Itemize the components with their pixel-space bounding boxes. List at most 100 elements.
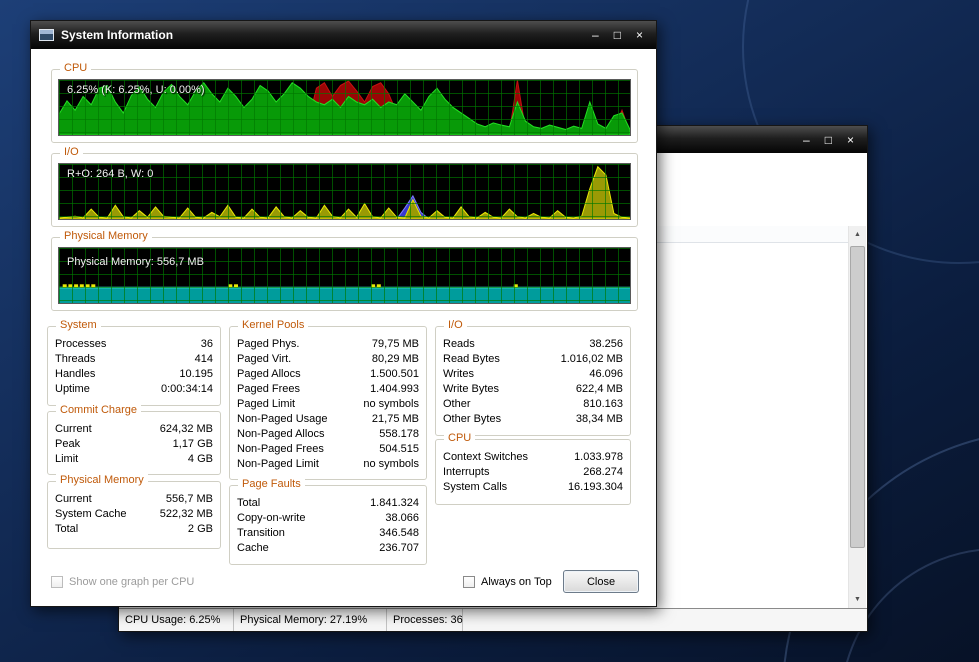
minimize-button[interactable]: – xyxy=(592,29,599,41)
stat-value: 622,4 MB xyxy=(575,383,623,395)
system-stats-group: System Processes 36 Threads 414 Handles 10.19… xyxy=(47,319,221,406)
stat-label: Limit xyxy=(55,453,79,465)
stat-value: 38.066 xyxy=(385,512,419,524)
stat-row: Non-Paged Allocs 558.178 xyxy=(230,427,426,442)
close-button[interactable]: × xyxy=(847,134,854,146)
scroll-up-button[interactable]: ▲ xyxy=(849,226,866,243)
stat-value: no symbols xyxy=(363,398,419,410)
stat-row: Paged Limit no symbols xyxy=(230,397,426,412)
kernel-pools-group: Kernel Pools Paged Phys. 79,75 MB Paged Vi… xyxy=(229,319,427,480)
stat-value: 504.515 xyxy=(379,443,419,455)
stat-row: Cache 236.707 xyxy=(230,541,426,556)
always-on-top-checkbox[interactable]: Always on Top xyxy=(463,576,552,588)
group-label: Physical Memory xyxy=(60,230,152,242)
stat-value: 0:00:34:14 xyxy=(161,383,213,395)
stat-value: 1.033.978 xyxy=(574,451,623,463)
stat-label: Writes xyxy=(443,368,474,380)
stat-label: Non-Paged Limit xyxy=(237,458,319,470)
status-bar: CPU Usage: 6.25% Physical Memory: 27.19%… xyxy=(119,608,867,631)
scrollbar-thumb[interactable] xyxy=(850,246,865,548)
stat-value: 268.274 xyxy=(583,466,623,478)
stat-label: Current xyxy=(55,423,92,435)
stat-value: 1.404.993 xyxy=(370,383,419,395)
stat-value: no symbols xyxy=(363,458,419,470)
minimize-button[interactable]: – xyxy=(803,134,810,146)
stats-body: Processes 36 Threads 414 Handles 10.195 Uptime… xyxy=(48,334,220,403)
stat-label: Other Bytes xyxy=(443,413,502,425)
stat-row: Paged Phys. 79,75 MB xyxy=(230,337,426,352)
stat-value: 414 xyxy=(194,353,213,365)
stat-label: Context Switches xyxy=(443,451,528,463)
stat-row: Other Bytes 38,34 MB xyxy=(436,412,630,427)
stat-row: Copy-on-write 38.066 xyxy=(230,511,426,526)
group-label: Kernel Pools xyxy=(238,319,309,331)
io-stats-group: I/O Reads 38.256 Read Bytes 1.016,02 MB Writ… xyxy=(435,319,631,436)
stat-value: 21,75 MB xyxy=(371,413,419,425)
stats-body: Reads 38.256 Read Bytes 1.016,02 MB Writes 46… xyxy=(436,334,630,433)
stat-label: Reads xyxy=(443,338,475,350)
memory-history-graph: Physical Memory: 556,7 MB xyxy=(58,247,631,304)
stat-value: 810.163 xyxy=(583,398,623,410)
window-title: System Information xyxy=(61,28,174,42)
stat-label: Non-Paged Allocs xyxy=(237,428,325,440)
io-graph-group: I/O R+O: 264 B, W: 0 xyxy=(51,146,638,227)
stat-row: Reads 38.256 xyxy=(436,337,630,352)
stat-row: Current 624,32 MB xyxy=(48,422,220,437)
group-label: Physical Memory xyxy=(56,474,148,486)
stat-row: Write Bytes 622,4 MB xyxy=(436,382,630,397)
stat-row: Total 1.841.324 xyxy=(230,496,426,511)
stat-label: Copy-on-write xyxy=(237,512,306,524)
group-label: Page Faults xyxy=(238,478,305,490)
stat-label: Other xyxy=(443,398,471,410)
stat-label: Total xyxy=(237,497,261,509)
stat-value: 346.548 xyxy=(379,527,419,539)
stat-label: Total xyxy=(55,523,79,535)
stat-value: 36 xyxy=(200,338,213,350)
io-history-graph: R+O: 264 B, W: 0 xyxy=(58,163,631,220)
window-controls: – □ × xyxy=(592,29,656,41)
titlebar[interactable]: System Information – □ × xyxy=(31,21,656,49)
cpu-history-graph: 6.25% (K: 6.25%, U: 0.00%) xyxy=(58,79,631,136)
group-label: System xyxy=(56,319,101,331)
stat-row: System Cache 522,32 MB xyxy=(48,507,220,522)
stat-row: System Calls 16.193.304 xyxy=(436,480,630,495)
stat-label: Read Bytes xyxy=(443,353,500,365)
cpu-graph-group: CPU 6.25% (K: 6.25%, U: 0.00%) xyxy=(51,62,638,143)
stat-row: Non-Paged Frees 504.515 xyxy=(230,442,426,457)
window-controls: – □ × xyxy=(803,134,867,146)
stat-row: Non-Paged Limit no symbols xyxy=(230,457,426,472)
stat-row: Handles 10.195 xyxy=(48,367,220,382)
checkbox-label: Always on Top xyxy=(481,576,552,588)
vertical-scrollbar[interactable]: ▲ ▼ xyxy=(848,226,866,608)
stat-label: Transition xyxy=(237,527,285,539)
status-cpu-usage: CPU Usage: 6.25% xyxy=(119,609,234,631)
close-dialog-button[interactable]: Close xyxy=(563,570,639,593)
stat-label: Handles xyxy=(55,368,96,380)
stat-row: Interrupts 268.274 xyxy=(436,465,630,480)
maximize-button[interactable]: □ xyxy=(825,134,832,146)
stat-label: Uptime xyxy=(55,383,90,395)
stat-value: 522,32 MB xyxy=(159,508,213,520)
maximize-button[interactable]: □ xyxy=(614,29,621,41)
cpu-graph-overlay: 6.25% (K: 6.25%, U: 0.00%) xyxy=(67,84,205,96)
stats-body: Current 624,32 MB Peak 1,17 GB Limit 4 GB xyxy=(48,419,220,472)
stat-label: Current xyxy=(55,493,92,505)
stat-label: Processes xyxy=(55,338,107,350)
system-information-window: System Information – □ × CPU 6.25% (K: 6… xyxy=(30,20,657,607)
stat-row: Total 2 GB xyxy=(48,522,220,537)
stat-row: Writes 46.096 xyxy=(436,367,630,382)
close-button[interactable]: × xyxy=(636,29,643,41)
stat-row: Paged Frees 1.404.993 xyxy=(230,382,426,397)
status-processes: Processes: 36 xyxy=(387,609,463,631)
stat-value: 4 GB xyxy=(187,453,213,465)
stat-value: 80,29 MB xyxy=(371,353,419,365)
stat-label: Write Bytes xyxy=(443,383,500,395)
scroll-down-button[interactable]: ▼ xyxy=(849,591,866,608)
stat-value: 558.178 xyxy=(379,428,419,440)
stat-label: System Calls xyxy=(443,481,508,493)
show-one-graph-per-cpu-checkbox[interactable]: Show one graph per CPU xyxy=(51,576,194,588)
stat-value: 2 GB xyxy=(187,523,213,535)
dialog-content: CPU 6.25% (K: 6.25%, U: 0.00%) I/O R+O: … xyxy=(31,49,656,606)
stat-label: Threads xyxy=(55,353,96,365)
status-physical-memory: Physical Memory: 27.19% xyxy=(234,609,387,631)
